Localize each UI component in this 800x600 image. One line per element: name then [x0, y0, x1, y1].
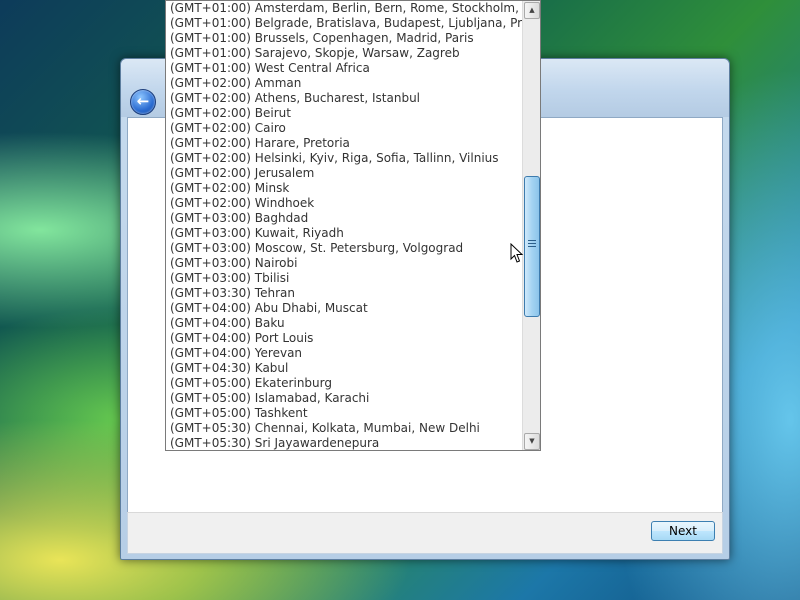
mouse-cursor-icon [510, 243, 524, 263]
timezone-dropdown-list[interactable]: (GMT+01:00) Amsterdam, Berlin, Bern, Rom… [165, 0, 541, 451]
next-button[interactable]: Next [651, 521, 715, 541]
timezone-option[interactable]: (GMT+02:00) Harare, Pretoria [166, 136, 523, 151]
timezone-option[interactable]: (GMT+01:00) Belgrade, Bratislava, Budape… [166, 16, 523, 31]
timezone-option[interactable]: (GMT+02:00) Athens, Bucharest, Istanbul [166, 91, 523, 106]
timezone-option[interactable]: (GMT+01:00) West Central Africa [166, 61, 523, 76]
timezone-option[interactable]: (GMT+04:00) Baku [166, 316, 523, 331]
timezone-option[interactable]: (GMT+02:00) Beirut [166, 106, 523, 121]
timezone-option[interactable]: (GMT+01:00) Brussels, Copenhagen, Madrid… [166, 31, 523, 46]
timezone-option[interactable]: (GMT+05:30) Chennai, Kolkata, Mumbai, Ne… [166, 421, 523, 436]
timezone-option[interactable]: (GMT+05:00) Islamabad, Karachi [166, 391, 523, 406]
timezone-option[interactable]: (GMT+03:00) Tbilisi [166, 271, 523, 286]
timezone-option[interactable]: (GMT+05:00) Tashkent [166, 406, 523, 421]
timezone-option[interactable]: (GMT+03:00) Moscow, St. Petersburg, Volg… [166, 241, 523, 256]
dropdown-scrollbar[interactable]: ▲ ▼ [522, 1, 540, 450]
timezone-option[interactable]: (GMT+03:00) Baghdad [166, 211, 523, 226]
scroll-down-arrow-icon[interactable]: ▼ [524, 433, 540, 450]
timezone-option[interactable]: (GMT+04:00) Abu Dhabi, Muscat [166, 301, 523, 316]
timezone-option[interactable]: (GMT+05:30) Sri Jayawardenepura [166, 436, 523, 450]
timezone-option[interactable]: (GMT+02:00) Minsk [166, 181, 523, 196]
timezone-option[interactable]: (GMT+02:00) Cairo [166, 121, 523, 136]
timezone-option[interactable]: (GMT+01:00) Sarajevo, Skopje, Warsaw, Za… [166, 46, 523, 61]
timezone-option[interactable]: (GMT+02:00) Helsinki, Kyiv, Riga, Sofia,… [166, 151, 523, 166]
timezone-option[interactable]: (GMT+02:00) Jerusalem [166, 166, 523, 181]
scrollbar-grip-icon [528, 240, 536, 248]
timezone-option[interactable]: (GMT+01:00) Amsterdam, Berlin, Bern, Rom… [166, 1, 523, 16]
timezone-option[interactable]: (GMT+02:00) Windhoek [166, 196, 523, 211]
wizard-footer: Next [127, 512, 723, 554]
timezone-option[interactable]: (GMT+03:00) Kuwait, Riyadh [166, 226, 523, 241]
back-arrow-icon[interactable]: ← [130, 89, 156, 115]
timezone-option[interactable]: (GMT+03:30) Tehran [166, 286, 523, 301]
timezone-option[interactable]: (GMT+02:00) Amman [166, 76, 523, 91]
scrollbar-thumb[interactable] [524, 176, 540, 317]
timezone-option[interactable]: (GMT+05:00) Ekaterinburg [166, 376, 523, 391]
timezone-options: (GMT+01:00) Amsterdam, Berlin, Bern, Rom… [166, 1, 523, 450]
timezone-option[interactable]: (GMT+04:00) Port Louis [166, 331, 523, 346]
timezone-option[interactable]: (GMT+04:00) Yerevan [166, 346, 523, 361]
scroll-up-arrow-icon[interactable]: ▲ [524, 2, 540, 19]
timezone-option[interactable]: (GMT+03:00) Nairobi [166, 256, 523, 271]
timezone-option[interactable]: (GMT+04:30) Kabul [166, 361, 523, 376]
